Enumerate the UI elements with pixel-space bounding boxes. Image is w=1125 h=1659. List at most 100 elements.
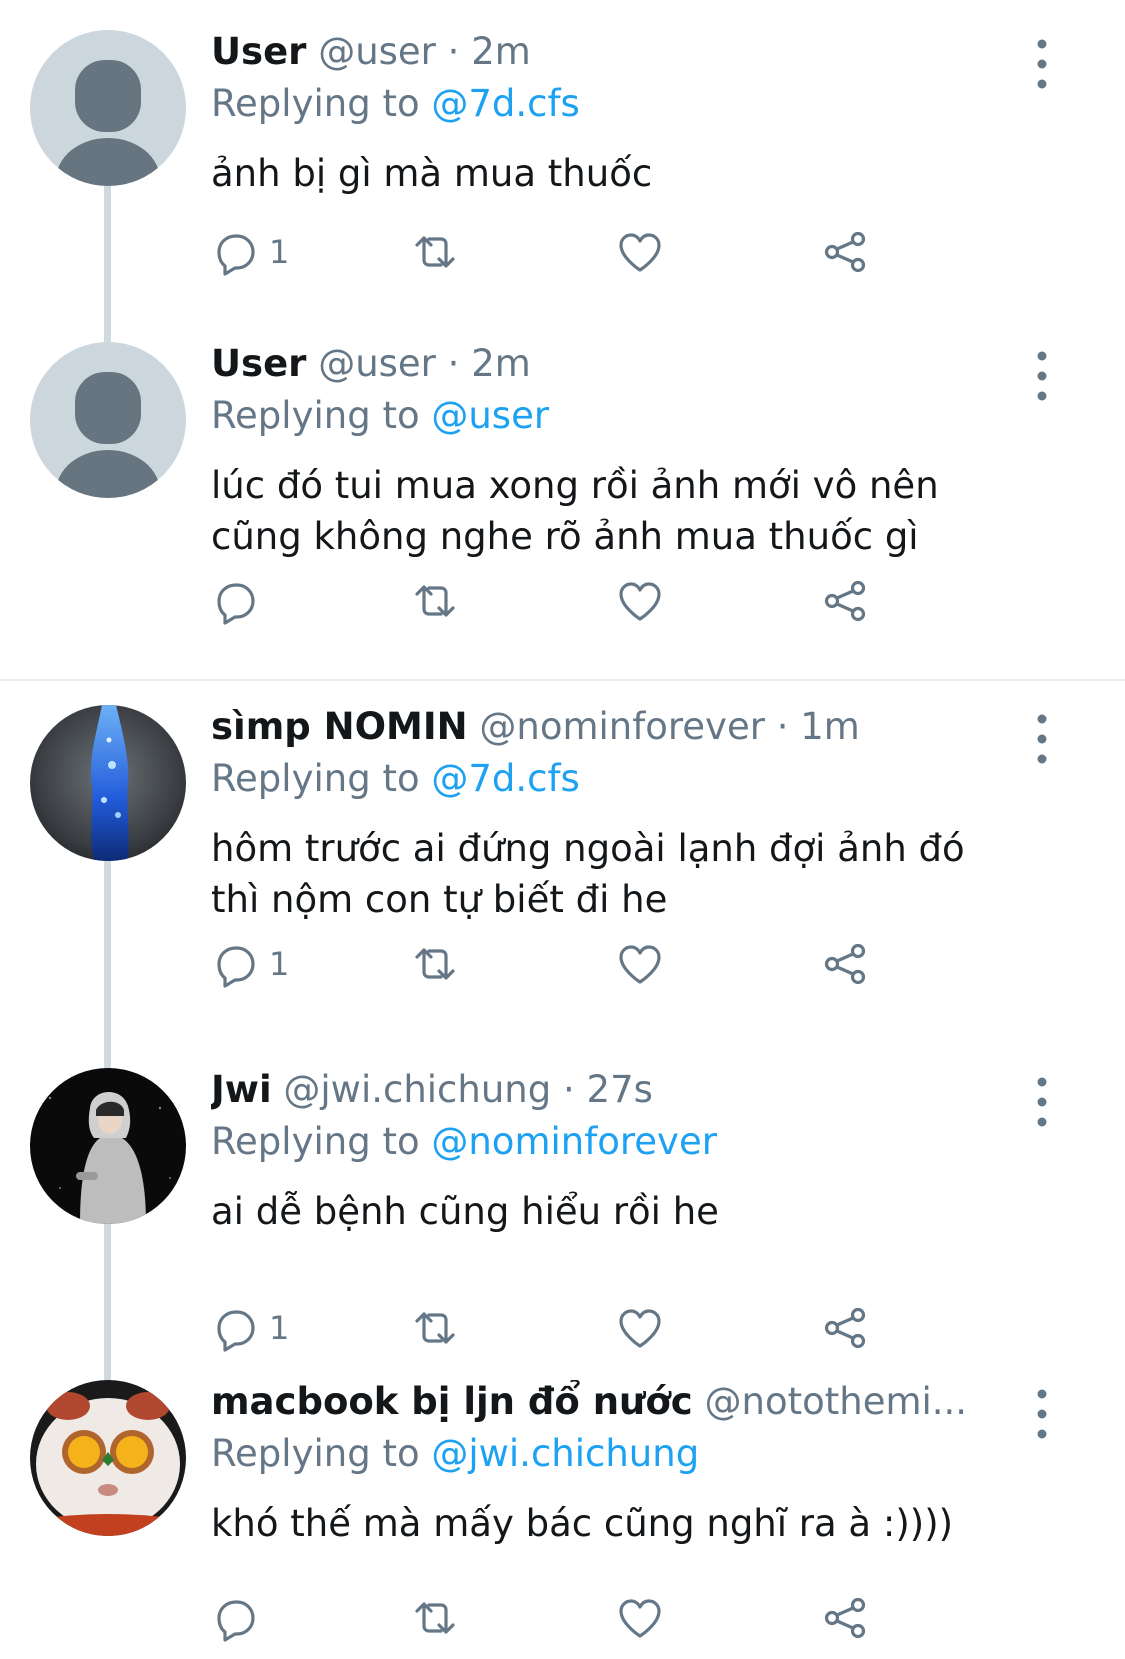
replying-to: Replying to @jwi.chichung [211,1432,1011,1484]
reply-bubble-icon [217,1600,255,1642]
display-name[interactable]: macbook bị ljn đổ nước [211,1380,693,1423]
tweet-text: ai dễ bệnh cũng hiểu rồi he [211,1190,719,1233]
separator-dot: · [435,30,472,73]
tweet-header: macbook bị ljn đổ nước @notothemi... [211,1380,1011,1432]
timestamp[interactable]: 1m [800,705,860,748]
tweet-header: sìmp NOMIN @nominforever · 1m [211,705,1011,757]
retweet-button[interactable] [411,1303,459,1353]
tweet[interactable]: sìmp NOMIN @nominforever · 1m Replying t… [0,705,1125,1025]
more-options-button[interactable] [1030,1072,1054,1132]
mention-link[interactable]: @user [431,394,549,437]
mention-link[interactable]: @nominforever [431,1120,717,1163]
share-button[interactable] [821,939,869,989]
display-name[interactable]: Jwi [211,1068,272,1111]
retweet-button[interactable] [411,227,459,277]
handle[interactable]: @jwi.chichung [283,1068,551,1111]
share-button[interactable] [821,227,869,277]
mention-link[interactable]: @7d.cfs [431,757,579,800]
retweet-icon [415,1312,455,1344]
replying-to: Replying to @user [211,394,1011,446]
replying-to: Replying to @nominforever [211,1120,1011,1172]
share-button[interactable] [821,1303,869,1353]
tweet-header: User @user · 2m [211,342,1011,394]
heart-icon [619,1309,661,1348]
handle[interactable]: @user [318,30,436,73]
tweet-actions: 1 [211,1303,911,1353]
more-options-button[interactable] [1030,1384,1054,1444]
heart-icon [619,582,661,621]
blue-galaxy-avatar [30,705,186,861]
tweet-text: khó thế mà mấy bác cũng nghĩ ra à :)))) [211,1502,954,1545]
reply-count: 1 [269,233,290,271]
like-button[interactable] [616,1303,664,1353]
tweet[interactable]: User @user · 2m Replying to @user lúc đó… [0,342,1125,672]
tweet-actions [211,576,911,626]
reply-bubble-icon [217,583,255,625]
tweet[interactable]: macbook bị ljn đổ nước @notothemi... Rep… [0,1380,1125,1659]
display-name[interactable]: sìmp NOMIN [211,705,468,748]
vertical-dots-icon [1037,1077,1047,1127]
like-button[interactable] [616,227,664,277]
vertical-dots-icon [1037,351,1047,401]
person-hoodie-avatar [30,1068,186,1224]
replying-to-label: Replying to [211,82,432,125]
timestamp[interactable]: 2m [471,342,531,385]
tweet[interactable]: Jwi @jwi.chichung · 27s Replying to @nom… [0,1068,1125,1358]
share-button[interactable] [821,576,869,626]
more-options-button[interactable] [1030,34,1054,94]
tweet-actions [211,1593,911,1643]
reply-button[interactable] [211,576,269,626]
reply-count: 1 [269,945,290,983]
reply-button[interactable]: 1 [211,1303,289,1353]
avatar[interactable] [30,1380,186,1536]
handle[interactable]: @nominforever [479,705,765,748]
share-icon [824,231,866,273]
tweet-header: User @user · 2m [211,30,1011,82]
default-avatar-icon [30,342,186,498]
mention-link[interactable]: @jwi.chichung [431,1432,699,1475]
separator-dot: · [551,1068,587,1111]
separator-dot: · [435,342,472,385]
avatar[interactable] [30,705,186,861]
timestamp[interactable]: 2m [471,30,531,73]
avatar[interactable] [30,1068,186,1224]
display-name[interactable]: User [211,30,306,73]
plush-face-avatar [30,1380,186,1536]
reply-bubble-icon [217,1310,255,1352]
like-button[interactable] [616,939,664,989]
timestamp[interactable]: 27s [587,1068,653,1111]
reply-button[interactable]: 1 [211,227,289,277]
replying-to: Replying to @7d.cfs [211,82,1011,134]
avatar[interactable] [30,342,186,498]
reply-count: 1 [269,1309,290,1347]
tweet-header: Jwi @jwi.chichung · 27s [211,1068,1011,1120]
avatar[interactable] [30,30,186,186]
more-options-button[interactable] [1030,346,1054,406]
vertical-dots-icon [1037,714,1047,764]
display-name[interactable]: User [211,342,306,385]
share-icon [824,580,866,622]
share-button[interactable] [821,1593,869,1643]
reply-button[interactable] [211,1593,269,1643]
handle[interactable]: @user [318,342,436,385]
handle[interactable]: @notothemi... [705,1380,968,1423]
replying-to: Replying to @7d.cfs [211,757,1011,809]
reply-bubble-icon [217,946,255,988]
share-icon [824,1307,866,1349]
share-icon [824,943,866,985]
like-button[interactable] [616,576,664,626]
retweet-icon [415,236,455,268]
vertical-dots-icon [1037,39,1047,89]
retweet-button[interactable] [411,939,459,989]
retweet-button[interactable] [411,576,459,626]
mention-link[interactable]: @7d.cfs [431,82,579,125]
tweet[interactable]: User @user · 2m Replying to @7d.cfs ảnh … [0,30,1125,330]
like-button[interactable] [616,1593,664,1643]
replying-to-label: Replying to [211,1432,432,1475]
retweet-icon [415,1602,455,1634]
retweet-icon [415,948,455,980]
reply-button[interactable]: 1 [211,939,289,989]
more-options-button[interactable] [1030,709,1054,769]
replying-to-label: Replying to [211,394,432,437]
retweet-button[interactable] [411,1593,459,1643]
